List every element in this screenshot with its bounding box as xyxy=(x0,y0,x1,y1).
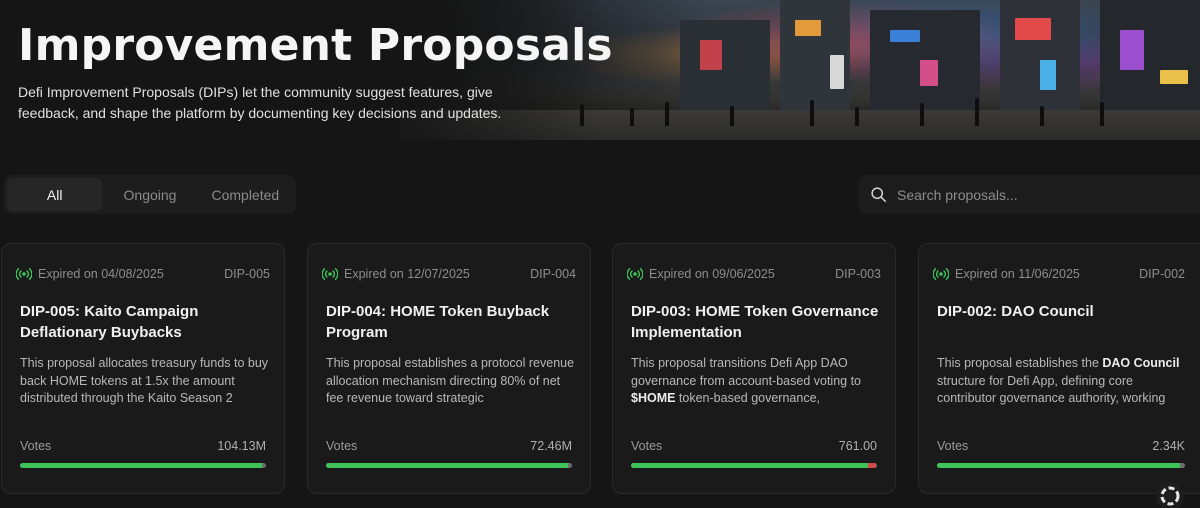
search-icon xyxy=(871,187,887,203)
proposal-card-dip-002[interactable]: Expired on 11/06/2025 DIP-002 DIP-002: D… xyxy=(918,243,1200,494)
proposal-title: DIP-005: Kaito Campaign Deflationary Buy… xyxy=(20,303,199,341)
description-text: structure for Defi App, defining core co… xyxy=(937,373,1166,406)
tab-completed[interactable]: Completed xyxy=(198,178,293,211)
proposal-id: DIP-002 xyxy=(1139,267,1185,281)
loading-ring-icon xyxy=(1160,486,1180,506)
tab-ongoing[interactable]: Ongoing xyxy=(102,178,197,211)
votes-label: Votes xyxy=(326,439,358,453)
live-broadcast-icon xyxy=(16,268,32,280)
vote-progress-bar xyxy=(631,463,877,468)
proposal-id: DIP-003 xyxy=(835,267,881,281)
description-text: token-based governance, xyxy=(675,391,820,405)
proposal-id: DIP-004 xyxy=(530,267,576,281)
votes-label: Votes xyxy=(937,439,969,453)
description-highlight: DAO Council xyxy=(1102,356,1180,370)
proposal-status: Expired on 11/06/2025 xyxy=(955,267,1080,281)
tab-all[interactable]: All xyxy=(7,178,103,211)
votes-count: 761.00 xyxy=(838,439,877,453)
proposal-status: Expired on 04/08/2025 xyxy=(38,267,164,281)
vote-progress-bar xyxy=(937,463,1185,468)
proposal-card-dip-005[interactable]: Expired on 04/08/2025 DIP-005 DIP-005: K… xyxy=(1,243,285,494)
proposal-description: This proposal establishes a protocol rev… xyxy=(326,356,575,405)
proposal-description: This proposal establishes the DAO Counci… xyxy=(937,355,1187,409)
page-description: Defi Improvement Proposals (DIPs) let th… xyxy=(18,84,502,121)
search-input[interactable] xyxy=(897,186,1187,203)
votes-against-fill xyxy=(868,463,876,468)
votes-count: 2.34K xyxy=(1152,439,1185,453)
proposal-description: This proposal allocates treasury funds t… xyxy=(20,356,269,405)
page-title: Improvement Proposals xyxy=(18,20,613,71)
proposal-card-dip-004[interactable]: Expired on 12/07/2025 DIP-004 DIP-004: H… xyxy=(307,243,591,494)
proposal-status: Expired on 09/06/2025 xyxy=(649,267,775,281)
votes-label: Votes xyxy=(20,439,52,453)
description-highlight: $HOME xyxy=(631,391,676,405)
proposal-id: DIP-005 xyxy=(224,267,270,281)
proposal-description: This proposal transitions Defi App DAO g… xyxy=(631,355,881,409)
proposal-title: DIP-003: HOME Token Governance Implement… xyxy=(631,303,879,341)
proposal-status: Expired on 12/07/2025 xyxy=(344,267,470,281)
votes-for-fill xyxy=(937,463,1181,468)
vote-progress-bar xyxy=(20,463,266,468)
votes-for-fill xyxy=(326,463,569,468)
live-broadcast-icon xyxy=(627,268,643,280)
votes-count: 72.46M xyxy=(530,439,572,453)
proposal-card-dip-003[interactable]: Expired on 09/06/2025 DIP-003 DIP-003: H… xyxy=(612,243,896,494)
votes-for-fill xyxy=(20,463,263,468)
proposal-title: DIP-004: HOME Token Buyback Program xyxy=(326,303,550,341)
filter-tabs: All Ongoing Completed xyxy=(4,175,296,214)
votes-count: 104.13M xyxy=(217,439,266,453)
description-text: This proposal establishes the xyxy=(937,356,1103,370)
support-chat-button[interactable] xyxy=(1156,482,1184,508)
description-text: This proposal transitions Defi App DAO g… xyxy=(631,356,861,388)
live-broadcast-icon xyxy=(322,268,338,280)
vote-progress-bar xyxy=(326,463,572,468)
proposal-title: DIP-002: DAO Council xyxy=(937,303,1094,320)
hero-banner: Improvement Proposals Defi Improvement P… xyxy=(0,0,1200,140)
votes-label: Votes xyxy=(631,439,663,453)
search-box xyxy=(858,175,1200,214)
votes-for-fill xyxy=(631,463,869,468)
live-broadcast-icon xyxy=(933,268,949,280)
